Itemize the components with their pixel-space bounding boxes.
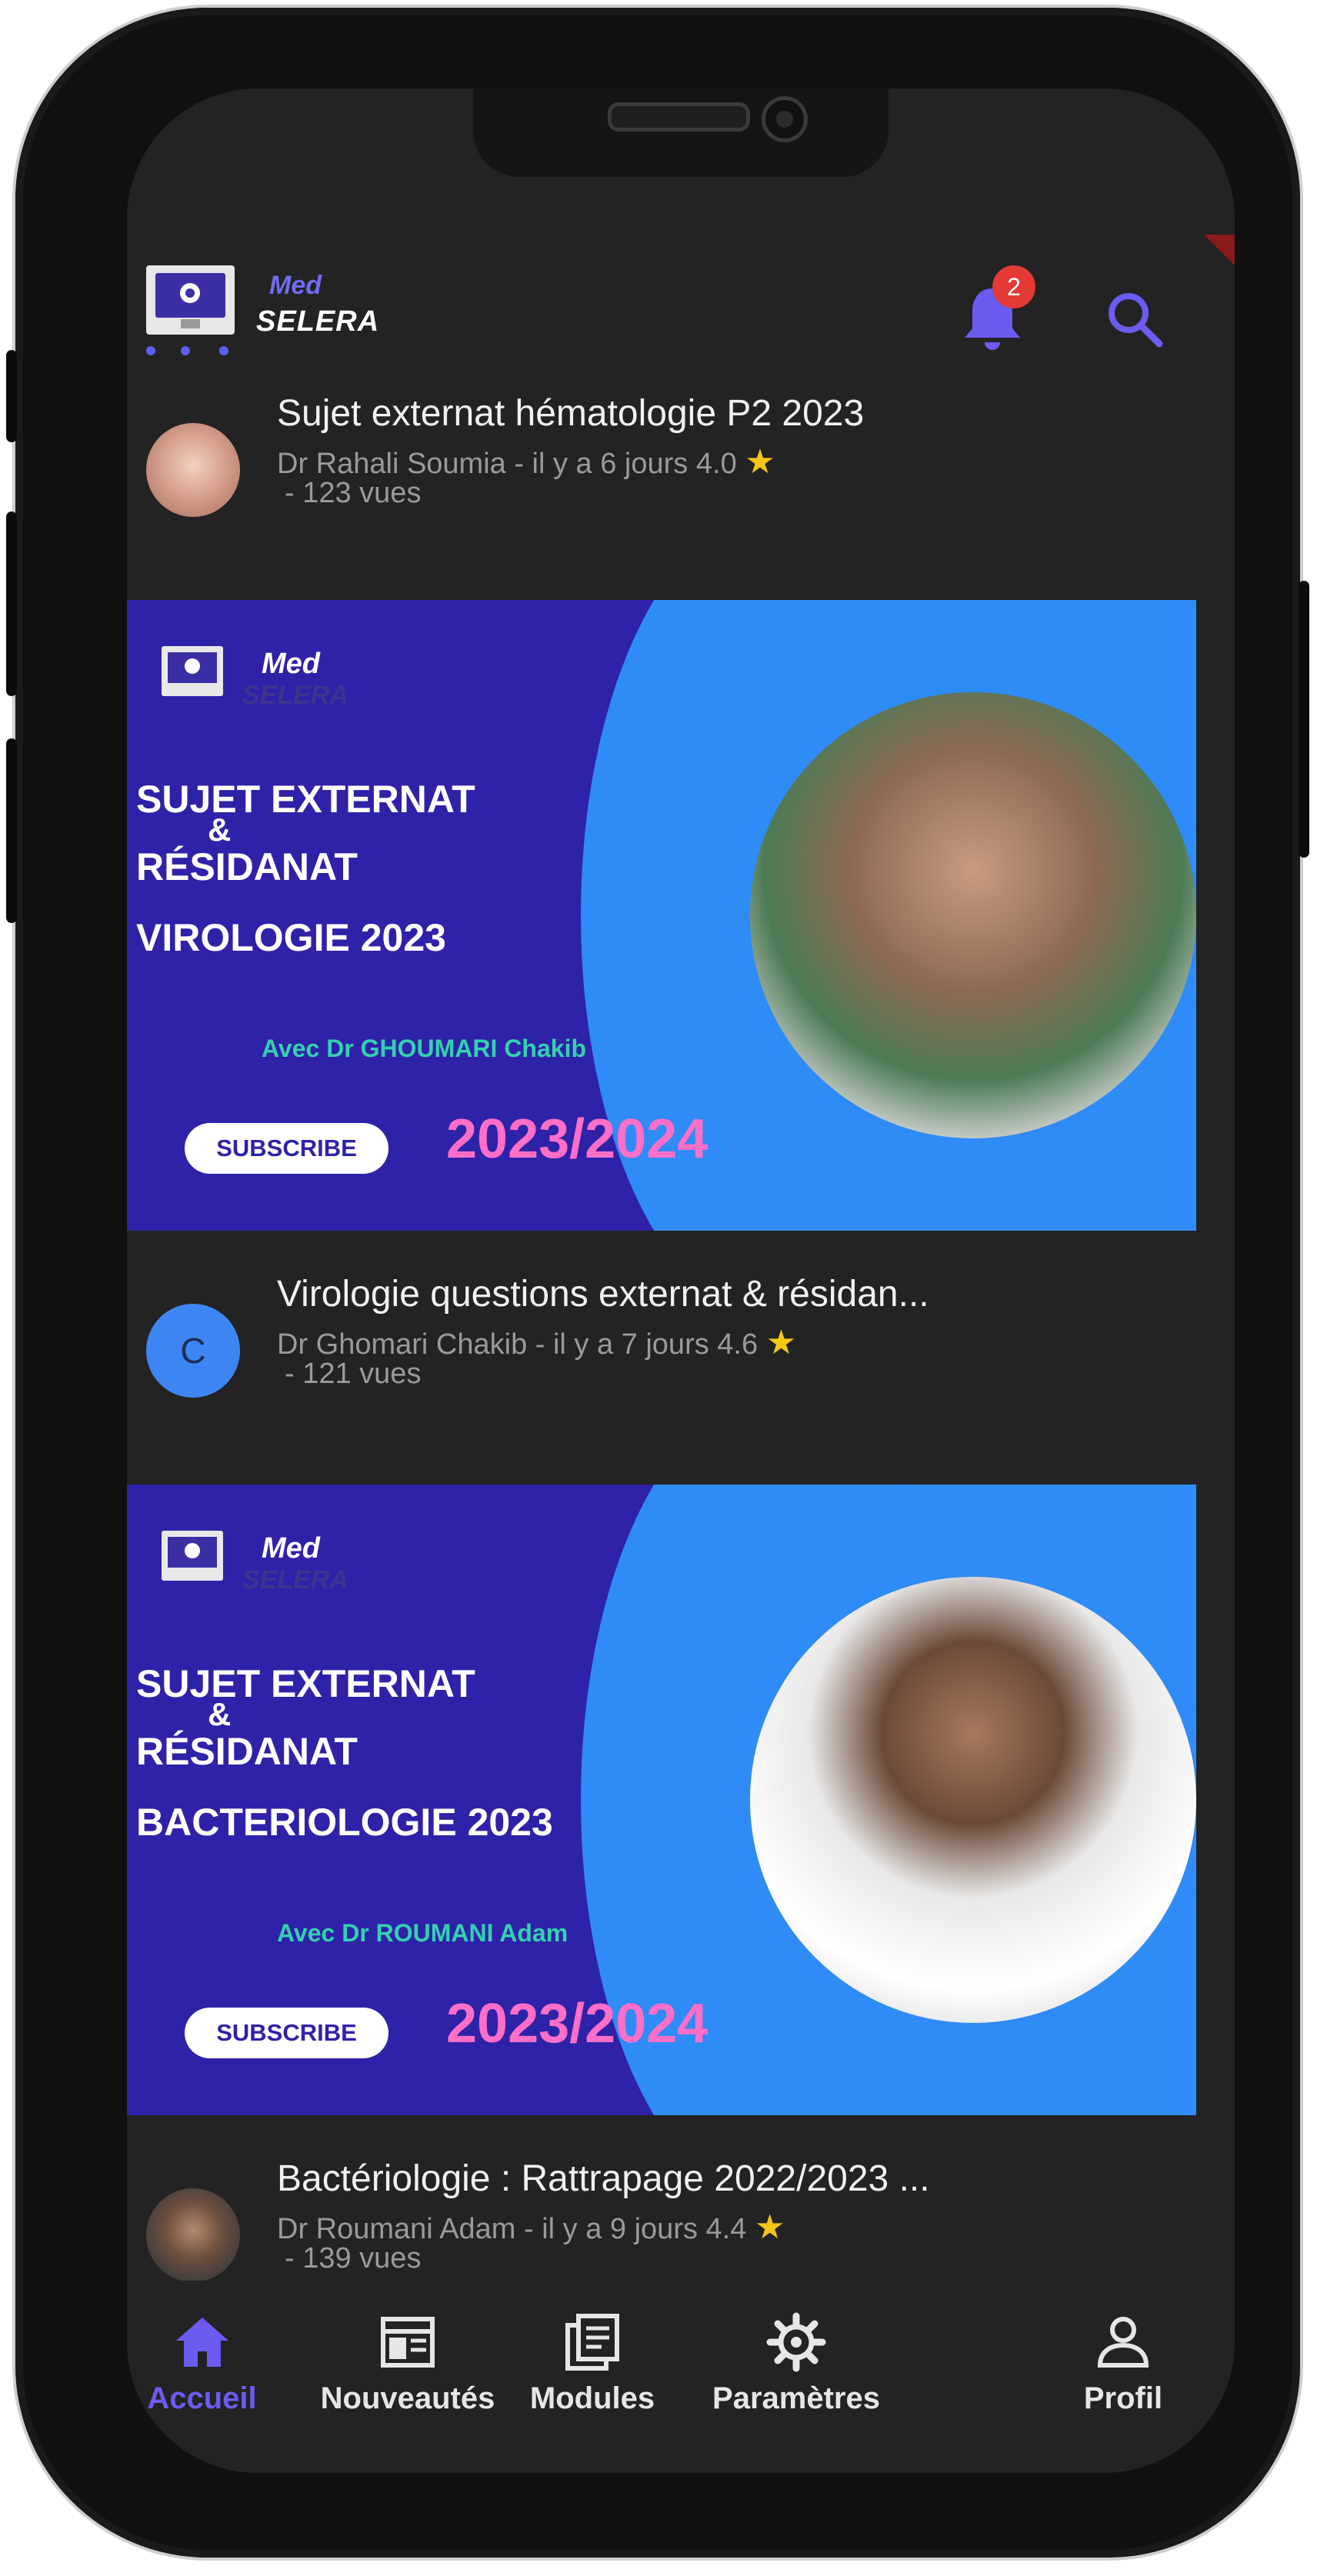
- user-icon: [1097, 2317, 1149, 2368]
- speaker: [608, 102, 750, 132]
- bottom-navigation: Accueil Nouveautés Modules Paramètres Pr…: [127, 2281, 1235, 2473]
- rating-value: 4.0: [695, 448, 737, 480]
- gear-icon: [766, 2312, 826, 2372]
- star-icon: ★: [754, 2208, 785, 2246]
- author-time: Dr Roumani Adam - il y a 9 jours: [277, 2213, 698, 2245]
- search-icon[interactable]: [1104, 288, 1165, 350]
- video-thumbnail[interactable]: Med SELERA SUJET EXTERNAT & RÉSIDANAT BA…: [127, 1485, 1196, 2115]
- thumb-heading-line1: SUJET EXTERNAT: [136, 778, 475, 821]
- list-item[interactable]: Sujet externat hématologie P2 2023 Dr Ra…: [127, 392, 1235, 538]
- thumb-subscribe-label: SUBSCRIBE: [185, 2008, 388, 2058]
- tab-parametres[interactable]: Paramètres: [696, 2311, 896, 2416]
- thumb-year: 2023/2024: [446, 1993, 709, 2054]
- star-icon: ★: [765, 1324, 797, 1361]
- thumb-heading-line4: BACTERIOLOGIE 2023: [136, 1801, 553, 1844]
- newspaper-icon: [381, 2317, 435, 2368]
- app-logo: [146, 265, 235, 335]
- volume-down-button: [6, 738, 17, 923]
- power-button: [1299, 581, 1309, 858]
- author-time: Dr Rahali Soumia - il y a 6 jours: [277, 448, 689, 480]
- phone-frame: Med SELERA 2 Sujet externat hématologie …: [6, 8, 1309, 2558]
- brand-name-top: Med: [269, 271, 322, 300]
- tab-label: Profil: [1083, 2381, 1163, 2415]
- avatar: [146, 2188, 240, 2282]
- notch: [473, 88, 889, 177]
- app-screen: Med SELERA 2 Sujet externat hématologie …: [127, 88, 1235, 2473]
- mute-switch: [6, 350, 17, 442]
- avatar: C: [146, 1304, 240, 1398]
- thumb-presenter: Avec Dr ROUMANI Adam: [277, 1919, 568, 1947]
- thumb-brand-bottom: SELERA: [242, 681, 348, 710]
- star-icon: ★: [745, 443, 775, 481]
- logo-dots: [146, 346, 242, 358]
- video-title: Virologie questions externat & résidan..…: [277, 1274, 929, 1315]
- notification-badge: 2: [992, 265, 1035, 308]
- tab-accueil[interactable]: Accueil: [135, 2311, 269, 2416]
- video-meta: Dr Roumani Adam - il y a 9 jours 4.4 ★: [277, 2208, 785, 2247]
- video-thumbnail[interactable]: Med SELERA SUJET EXTERNAT & RÉSIDANAT VI…: [127, 600, 1196, 1231]
- video-meta: Dr Ghomari Chakib - il y a 7 jours 4.6 ★: [277, 1323, 796, 1362]
- tab-profil[interactable]: Profil: [1065, 2311, 1181, 2416]
- presenter-photo: [735, 1561, 1196, 2038]
- thumb-brand-top: Med: [262, 1532, 320, 1565]
- library-icon: [565, 2314, 619, 2371]
- volume-up-button: [6, 512, 17, 696]
- rating-value: 4.4: [705, 2213, 747, 2245]
- thumb-heading-line1: SUJET EXTERNAT: [136, 1662, 475, 1705]
- tab-nouveautes[interactable]: Nouveautés: [304, 2311, 512, 2416]
- brand-name-bottom: SELERA: [256, 305, 380, 338]
- thumb-heading-line3: RÉSIDANAT: [136, 845, 358, 888]
- thumb-presenter: Avec Dr GHOUMARI Chakib: [262, 1035, 586, 1062]
- tab-label: Modules: [529, 2381, 655, 2415]
- thumb-logo: [162, 646, 223, 696]
- author-time: Dr Ghomari Chakib - il y a 7 jours: [277, 1328, 709, 1361]
- tab-label: Paramètres: [712, 2381, 880, 2415]
- thumb-brand-top: Med: [262, 648, 320, 680]
- thumb-brand-bottom: SELERA: [242, 1565, 348, 1595]
- tab-label: Accueil: [147, 2381, 257, 2415]
- video-title: Bactériologie : Rattrapage 2022/2023 ...: [277, 2158, 930, 2199]
- tab-label: Nouveautés: [320, 2381, 495, 2415]
- presenter-photo: [735, 677, 1196, 1154]
- thumb-heading-line3: RÉSIDANAT: [136, 1730, 358, 1773]
- home-icon: [175, 2318, 228, 2367]
- debug-banner-corner: [1204, 235, 1235, 265]
- tab-modules[interactable]: Modules: [515, 2311, 669, 2416]
- avatar: [146, 423, 240, 517]
- view-count: - 123 vues: [285, 477, 422, 509]
- thumb-year: 2023/2024: [446, 1108, 709, 1170]
- thumb-logo: [162, 1531, 223, 1581]
- view-count: - 139 vues: [285, 2242, 422, 2274]
- thumb-subscribe-label: SUBSCRIBE: [185, 1123, 388, 1174]
- video-title: Sujet externat hématologie P2 2023: [277, 393, 865, 434]
- view-count: - 121 vues: [285, 1358, 422, 1390]
- front-camera: [762, 96, 808, 142]
- thumb-heading-line4: VIROLOGIE 2023: [136, 916, 446, 959]
- rating-value: 4.6: [717, 1328, 759, 1361]
- list-item[interactable]: C Virologie questions externat & résidan…: [127, 1273, 1235, 1419]
- video-meta: Dr Rahali Soumia - il y a 6 jours 4.0 ★: [277, 442, 775, 482]
